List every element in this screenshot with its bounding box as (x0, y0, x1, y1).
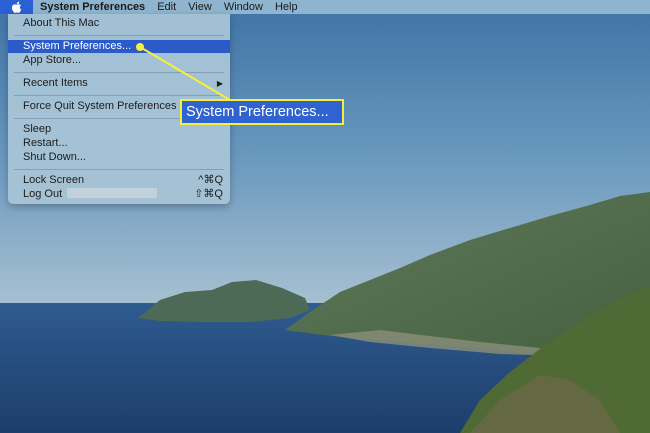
callout-connector (136, 43, 231, 101)
callout-dot (136, 43, 144, 51)
callout-label: System Preferences... (180, 99, 344, 125)
